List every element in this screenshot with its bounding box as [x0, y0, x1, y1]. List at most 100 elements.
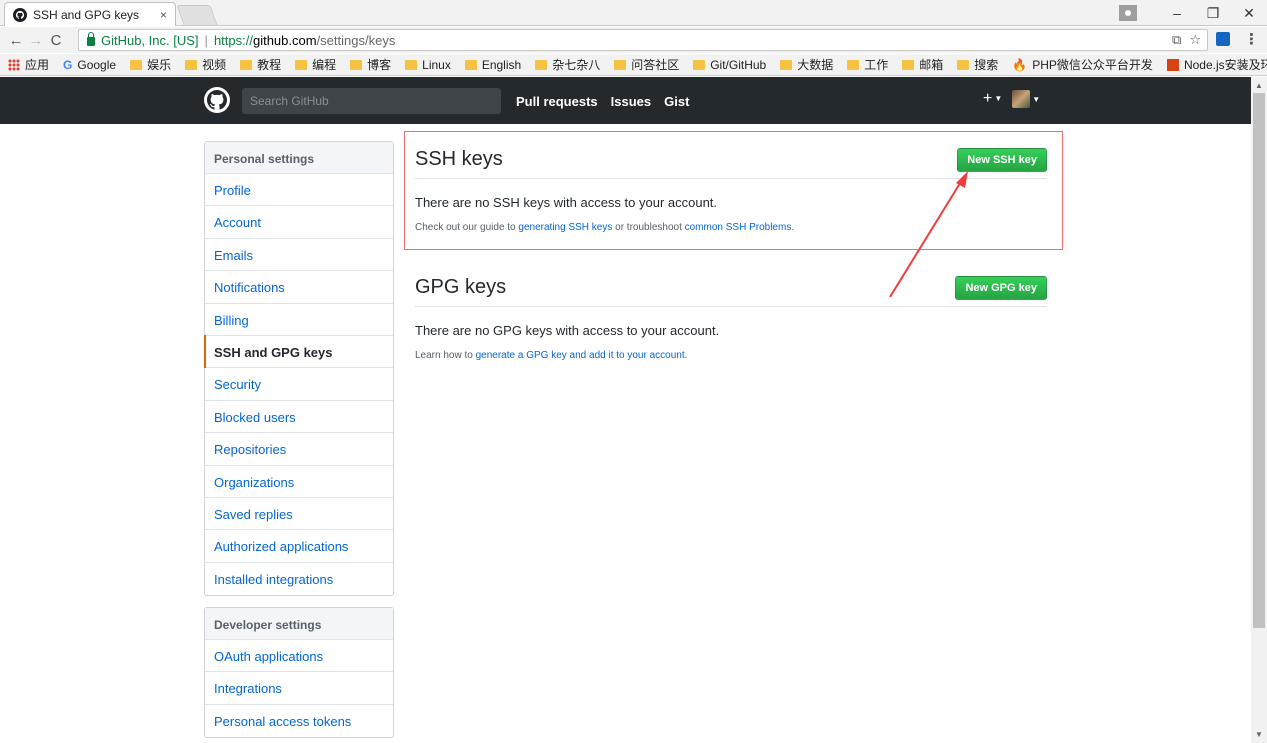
sidebar-item-ssh-and-gpg-keys[interactable]: SSH and GPG keys [204, 334, 393, 369]
gpg-blank-message: There are no GPG keys with access to you… [415, 323, 720, 338]
bookmark-label: 杂七杂八 [552, 58, 601, 72]
bookmark-item[interactable]: 娱乐 [130, 56, 171, 73]
bookmarks-overflow-icon[interactable]: » [1240, 57, 1247, 71]
bookmarks-bar: 应用 G Google 娱乐 视频 教程 编程 博客 Linux English 杂七杂八 问答社区 G… [0, 54, 1267, 76]
sidebar-item-oauth-applications[interactable]: OAuth applications [205, 640, 393, 673]
sidebar-item-account[interactable]: Account [205, 206, 393, 239]
bookmark-item[interactable]: 博客 [350, 56, 391, 73]
reload-icon[interactable]: C [46, 32, 66, 49]
address-bar[interactable]: GitHub, Inc. [US] | https:// github.com … [78, 29, 1208, 51]
bookmark-label: 搜索 [974, 58, 999, 72]
page-icon [1166, 58, 1179, 71]
bookmark-item[interactable]: English [464, 58, 521, 72]
search-input[interactable]: Search GitHub [242, 88, 501, 114]
browser-profile-icon[interactable] [1119, 5, 1137, 21]
sidebar-item-personal-access-tokens[interactable]: Personal access tokens [205, 705, 393, 737]
bookmark-item[interactable]: Node.js安装及环境配 [1166, 56, 1267, 73]
close-window-button[interactable]: ✕ [1231, 5, 1267, 22]
bookmark-item[interactable]: 编程 [295, 56, 336, 73]
github-logo-icon[interactable] [204, 87, 230, 113]
folder-icon [957, 59, 970, 70]
help-text: Learn how to [415, 350, 476, 361]
header-user-area: + ▼ ▼ [983, 90, 1040, 108]
plus-icon: + [983, 90, 993, 107]
url-separator: | [204, 32, 208, 48]
browser-menu-icon[interactable]: ⋮ [1244, 30, 1259, 48]
scrollbar-thumb[interactable] [1253, 93, 1265, 628]
sidebar-item-organizations[interactable]: Organizations [205, 466, 393, 498]
sidebar-item-profile[interactable]: Profile [205, 174, 393, 207]
new-gpg-key-button[interactable]: New GPG key [955, 275, 1047, 300]
bookmark-item[interactable]: Linux [405, 58, 451, 72]
folder-icon [295, 59, 308, 70]
bookmark-item[interactable]: 教程 [240, 56, 281, 73]
new-tab-button[interactable] [176, 5, 218, 25]
bookmark-item[interactable]: 工作 [847, 56, 888, 73]
gpg-help-note: Learn how to generate a GPG key and add … [415, 350, 1047, 361]
scroll-down-icon[interactable]: ▼ [1255, 730, 1263, 739]
bookmark-item[interactable]: 视频 [185, 56, 226, 73]
github-header: Search GitHub Pull requests Issues Gist … [0, 77, 1251, 124]
bookmark-item[interactable]: Git/GitHub [693, 58, 766, 72]
bookmark-item[interactable]: 搜索 [957, 56, 998, 73]
section-header: GPG keys New GPG key [415, 269, 1047, 307]
folder-icon [185, 59, 198, 70]
sidebar-item-security[interactable]: Security [205, 368, 393, 401]
user-menu-dropdown[interactable]: ▼ [1012, 90, 1040, 108]
nav-issues[interactable]: Issues [611, 94, 651, 109]
sidebar-item-billing[interactable]: Billing [205, 304, 393, 336]
forward-arrow-icon[interactable]: → [26, 32, 46, 49]
sidebar-item-integrations[interactable]: Integrations [205, 672, 393, 705]
bookmark-item[interactable]: G Google [63, 58, 116, 72]
help-text: or troubleshoot [612, 222, 685, 233]
sidebar-item-authorized-applications[interactable]: Authorized applications [205, 530, 393, 563]
bookmark-item[interactable]: 杂七杂八 [535, 56, 600, 73]
sidebar-item-installed-integrations[interactable]: Installed integrations [205, 563, 393, 595]
browser-tab[interactable]: SSH and GPG keys × [4, 2, 176, 26]
bookmark-label: 应用 [25, 58, 50, 72]
folder-icon [535, 59, 548, 70]
sidebar-item-emails[interactable]: Emails [205, 239, 393, 272]
bookmark-label: 工作 [864, 58, 889, 72]
window-controls: – ❐ ✕ [1119, 0, 1267, 26]
bookmark-label: 娱乐 [147, 58, 172, 72]
generate-gpg-key-link[interactable]: generate a GPG key and add it to your ac… [476, 350, 685, 361]
common-ssh-problems-link[interactable]: common SSH Problems [685, 222, 792, 233]
url-scheme: https:// [213, 32, 253, 48]
nav-pull-requests[interactable]: Pull requests [516, 94, 598, 109]
bookmark-label: PHP微信公众平台开发 [1032, 58, 1153, 72]
page-scrollbar[interactable]: ▲ ▼ [1251, 77, 1267, 743]
extension-icon[interactable] [1216, 32, 1230, 46]
url-path: /settings/keys [316, 32, 396, 48]
browser-tabstrip: SSH and GPG keys × – ❐ ✕ [0, 0, 1267, 26]
back-arrow-icon[interactable]: ← [6, 32, 26, 49]
bookmark-label: 教程 [257, 58, 282, 72]
caret-down-icon: ▼ [994, 94, 1003, 104]
sidebar-item-notifications[interactable]: Notifications [205, 271, 393, 304]
sidebar-item-saved-replies[interactable]: Saved replies [205, 498, 393, 531]
tab-close-icon[interactable]: × [160, 8, 167, 22]
translate-icon[interactable]: ⧉ [1172, 32, 1181, 48]
nav-gist[interactable]: Gist [664, 94, 689, 109]
bookmark-item[interactable]: 邮箱 [902, 56, 943, 73]
star-icon[interactable]: ☆ [1189, 32, 1201, 48]
bookmark-label: 视频 [202, 58, 227, 72]
bookmark-item[interactable]: 应用 [8, 56, 49, 73]
bookmark-item[interactable]: 🔥 PHP微信公众平台开发 [1012, 56, 1153, 73]
bookmark-item[interactable]: 问答社区 [614, 56, 679, 73]
scroll-up-icon[interactable]: ▲ [1255, 81, 1263, 90]
folder-icon [847, 59, 860, 70]
lock-icon [87, 32, 95, 46]
secure-label: GitHub, Inc. [US] [101, 32, 199, 48]
bookmark-label: Linux [422, 57, 451, 72]
minimize-button[interactable]: – [1159, 5, 1195, 21]
caret-down-icon: ▼ [1032, 94, 1041, 104]
generating-ssh-keys-link[interactable]: generating SSH keys [518, 222, 612, 233]
sidebar-item-blocked-users[interactable]: Blocked users [205, 401, 393, 434]
sidebar-item-repositories[interactable]: Repositories [205, 433, 393, 466]
restore-button[interactable]: ❐ [1195, 5, 1231, 22]
bookmark-label: Node.js安装及环境配 [1183, 58, 1267, 72]
new-ssh-key-button[interactable]: New SSH key [957, 147, 1047, 172]
bookmark-item[interactable]: 大数据 [780, 56, 833, 73]
create-new-dropdown[interactable]: + ▼ [983, 90, 1002, 108]
